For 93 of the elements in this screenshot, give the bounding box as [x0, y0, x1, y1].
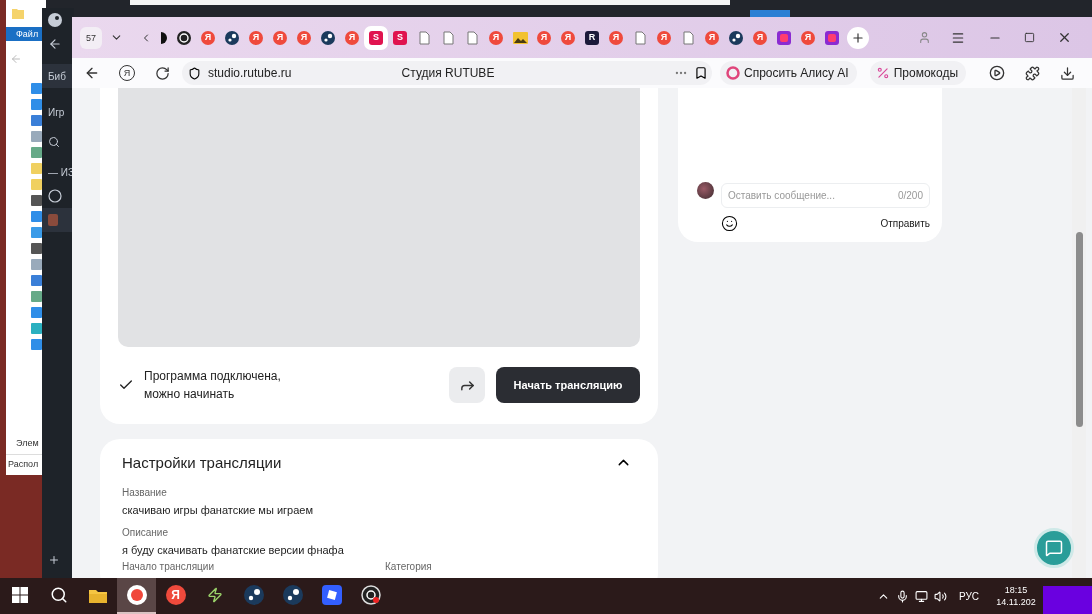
- round-logo-icon: [321, 30, 335, 45]
- page-icon: [466, 30, 478, 45]
- round-logo-icon: [243, 585, 264, 605]
- overlay-block: [1043, 586, 1092, 614]
- section-title: Настройки трансляции: [122, 453, 282, 471]
- round-logo-icon: [225, 30, 239, 45]
- share-button[interactable]: [449, 367, 485, 403]
- send-link[interactable]: Отправить: [880, 217, 930, 229]
- character-counter: 0/200: [897, 190, 923, 201]
- plus-icon: [851, 30, 865, 45]
- browser-tab[interactable]: Я: [532, 25, 556, 50]
- status-text: Программа подключена, можно начинать: [144, 368, 282, 403]
- add-icon[interactable]: [48, 554, 60, 566]
- browser-tab[interactable]: Я: [796, 25, 820, 50]
- microphone-icon[interactable]: [895, 589, 909, 603]
- browser-tab[interactable]: Я: [700, 25, 724, 50]
- avatar: [697, 182, 714, 199]
- smiley-icon[interactable]: [721, 214, 738, 232]
- round-logo-icon: [126, 585, 147, 605]
- field-label: Начало трансляции: [122, 561, 215, 573]
- square-logo-icon: [321, 585, 342, 605]
- field-value: скачиваю игры фанатские мы играем: [122, 503, 314, 517]
- browser-tab[interactable]: Я: [652, 25, 676, 50]
- page-icon: [634, 30, 646, 45]
- round-logo-icon: [48, 13, 62, 27]
- home-button[interactable]: Я: [115, 61, 139, 85]
- page-icon: [442, 30, 454, 45]
- items-label: Элем: [15, 438, 40, 448]
- games-label: Игр: [48, 106, 65, 118]
- start-stream-button[interactable]: Начать трансляцию: [496, 367, 640, 403]
- download-icon[interactable]: [1059, 65, 1075, 81]
- game-thumbnail: [48, 214, 58, 226]
- browser-tab[interactable]: Я: [340, 25, 364, 50]
- round-logo-icon: [48, 189, 62, 203]
- menu-icon[interactable]: [951, 30, 965, 45]
- round-logo-icon: [729, 30, 743, 45]
- browser-tab[interactable]: S: [364, 25, 388, 50]
- new-tab-button[interactable]: [847, 26, 869, 49]
- play-icon[interactable]: [989, 65, 1005, 81]
- round-logo-icon: [360, 585, 381, 605]
- square-logo-icon: [825, 30, 839, 45]
- browser-tab[interactable]: Я: [484, 25, 508, 50]
- puzzle-icon[interactable]: [1024, 65, 1040, 81]
- back-icon[interactable]: [48, 37, 62, 51]
- browser-tab[interactable]: Я: [244, 25, 268, 50]
- volume-icon[interactable]: [933, 589, 947, 603]
- round-logo-icon: [282, 585, 303, 605]
- reload-icon[interactable]: [154, 65, 170, 81]
- message-input[interactable]: Оставить сообщение...: [728, 190, 898, 201]
- scrollbar[interactable]: [1072, 88, 1086, 578]
- network-icon[interactable]: [914, 589, 928, 603]
- round-logo-icon: [177, 30, 191, 45]
- browser-tab[interactable]: Я: [556, 25, 580, 50]
- image-icon: [512, 31, 528, 44]
- taskbar-app[interactable]: Я: [156, 578, 195, 614]
- chat-icon: [1045, 539, 1063, 557]
- windows-icon: [11, 587, 28, 603]
- percent-icon: [875, 66, 890, 80]
- field-label: Категория: [385, 561, 433, 573]
- browser-tab[interactable]: Я: [292, 25, 316, 50]
- maximize-icon[interactable]: [1024, 32, 1035, 43]
- shield-icon: [188, 66, 201, 80]
- square-logo-icon: [777, 30, 791, 45]
- browser-tab[interactable]: Я: [268, 25, 292, 50]
- browser-tab[interactable]: Я: [748, 25, 772, 50]
- address-bar[interactable]: studio.rutube.ru Студия RUTUBE: [182, 61, 712, 85]
- back-icon[interactable]: [84, 65, 100, 81]
- close-icon[interactable]: [1057, 30, 1072, 45]
- browser-tab[interactable]: Я: [604, 25, 628, 50]
- chat-float-button[interactable]: [1034, 528, 1074, 568]
- field-value: я буду скачивать фанатские версии фнафа: [122, 543, 345, 557]
- url-text: studio.rutube.ru: [208, 66, 292, 80]
- search-icon[interactable]: [48, 136, 60, 148]
- taskbar-app[interactable]: [117, 578, 156, 614]
- message-field[interactable]: Оставить сообщение... 0/200: [721, 183, 930, 208]
- search-icon: [49, 586, 68, 604]
- clock[interactable]: 18:15 14.11.202: [995, 584, 1037, 608]
- browser-tab[interactable]: R: [580, 25, 604, 50]
- ring-icon: [726, 66, 740, 80]
- browser-tab[interactable]: Я: [196, 25, 220, 50]
- tab-counter[interactable]: 57: [80, 26, 102, 49]
- page-title: Студия RUTUBE: [401, 66, 495, 80]
- page-icon: [418, 30, 430, 45]
- bookmark-icon[interactable]: [694, 66, 708, 80]
- field-label: Описание: [122, 527, 169, 539]
- page-icon: [682, 30, 694, 45]
- browser-tab[interactable]: S: [388, 25, 412, 50]
- promo-chip[interactable]: Промокоды: [869, 61, 966, 85]
- assistant-chip[interactable]: Спросить Алису AI: [720, 61, 857, 85]
- lightning-icon: [206, 587, 223, 603]
- menu-tab[interactable]: Файл: [6, 27, 43, 41]
- field-label: Название: [122, 487, 168, 499]
- language-indicator[interactable]: РУС: [958, 590, 979, 602]
